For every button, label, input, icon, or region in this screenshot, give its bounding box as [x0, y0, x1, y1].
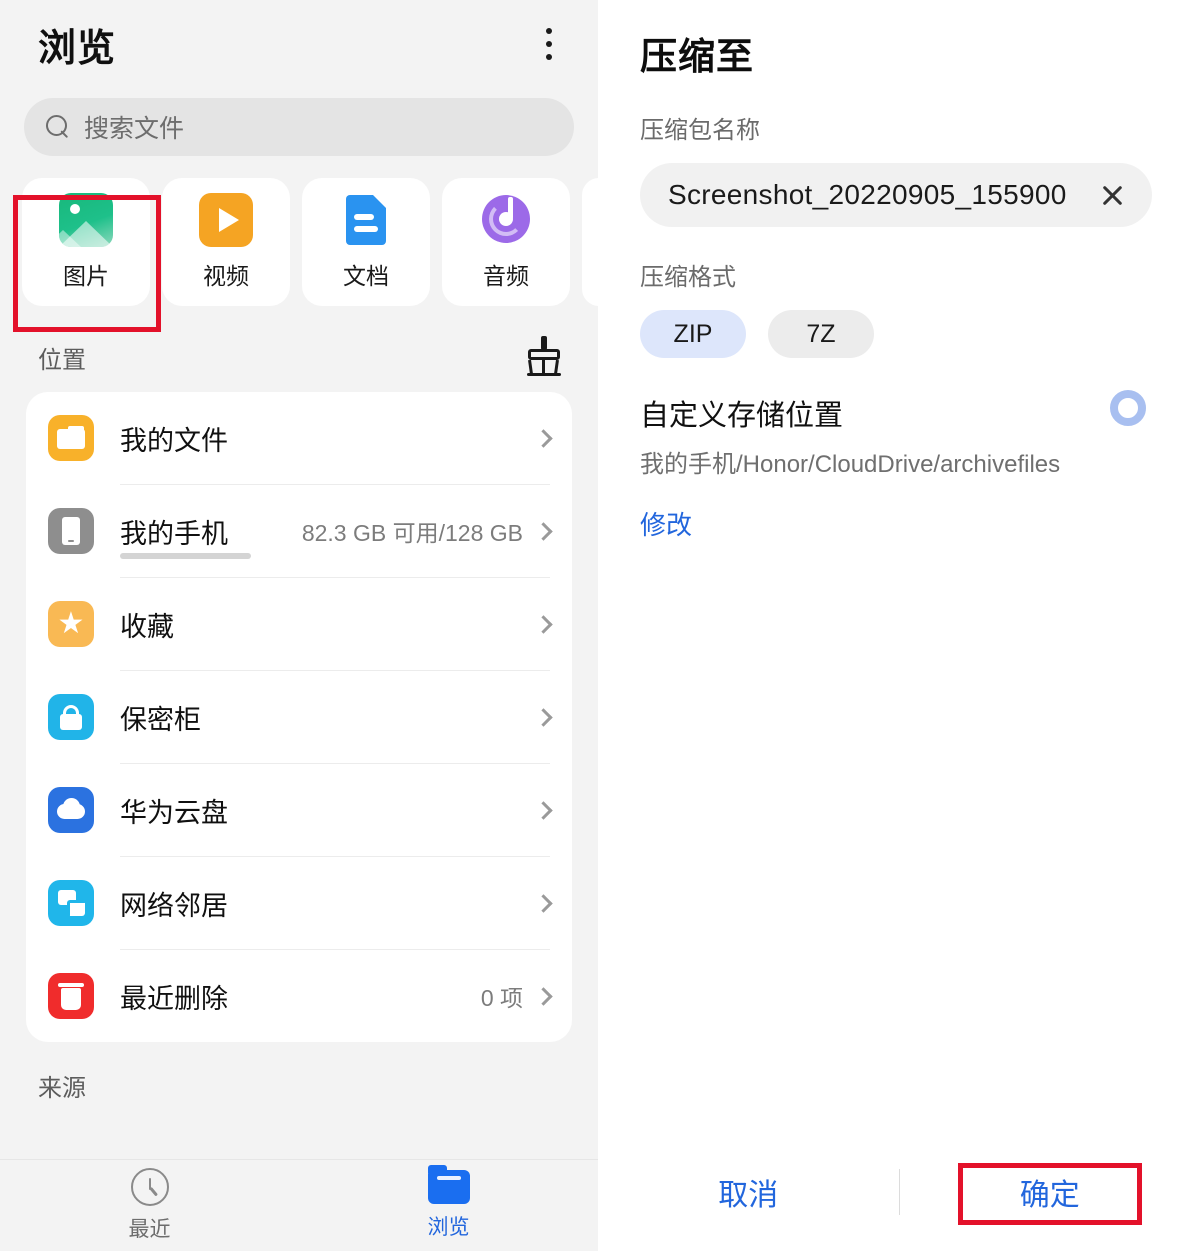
location-row-label: 我的手机: [120, 518, 228, 549]
cancel-button[interactable]: 取消: [598, 1170, 899, 1214]
chevron-right-icon: [534, 707, 553, 727]
category-label: 图片: [63, 263, 109, 289]
left-header: 浏览: [0, 0, 598, 88]
close-icon[interactable]: [1092, 175, 1132, 215]
storage-progress-bar: [120, 553, 251, 559]
custom-storage-path: 我的手机/Honor/CloudDrive/archivefiles: [640, 451, 1061, 478]
search-input[interactable]: 搜索文件: [24, 98, 574, 156]
category-tile-images[interactable]: 图片: [22, 178, 150, 306]
chevron-right-icon: [534, 800, 553, 820]
location-row-favorites[interactable]: ★ 收藏: [26, 578, 572, 670]
deleted-count-text: 0 项: [480, 985, 523, 1011]
category-tile-audio[interactable]: 音频: [442, 178, 570, 306]
location-row-recently-deleted[interactable]: 最近删除 0 项: [26, 950, 572, 1042]
format-label: 压缩格式: [640, 264, 736, 291]
location-section-header: 位置: [0, 306, 598, 392]
chevron-right-icon: [534, 428, 553, 448]
star-icon: ★: [48, 601, 94, 647]
location-row-my-files[interactable]: 我的文件: [26, 392, 572, 484]
dialog-spacer: [598, 542, 1200, 1133]
category-label: 文档: [343, 263, 389, 289]
chevron-right-icon: [534, 614, 553, 634]
video-icon: [199, 193, 253, 247]
custom-storage-block: 自定义存储位置 我的手机/Honor/CloudDrive/archivefil…: [598, 358, 1200, 542]
trash-icon: [48, 973, 94, 1019]
category-tile-videos[interactable]: 视频: [162, 178, 290, 306]
category-strip: 图片 视频 文档 音频: [0, 178, 598, 306]
search-placeholder: 搜索文件: [84, 115, 185, 143]
category-tile-overflow[interactable]: [582, 178, 598, 306]
location-section-label: 位置: [38, 346, 86, 374]
chevron-right-icon: [534, 893, 553, 913]
lock-icon: [48, 694, 94, 740]
screen-root: 浏览 搜索文件 图片 视频 文档 音频 位置 我的文件 我的手机 82.3 GB…: [0, 0, 1200, 1251]
archive-name-value: Screenshot_20220905_155900: [668, 179, 1067, 210]
location-row-cloud-drive[interactable]: 华为云盘: [26, 764, 572, 856]
phone-icon: [48, 508, 94, 554]
archive-name-label: 压缩包名称: [640, 117, 760, 144]
radio-circle-icon[interactable]: [1110, 390, 1146, 426]
compress-dialog-panel: 压缩至 压缩包名称 Screenshot_20220905_155900 压缩格…: [598, 0, 1200, 1251]
clock-icon: [130, 1168, 169, 1206]
source-section-label: 来源: [38, 1075, 86, 1102]
format-chip-group: ZIP 7Z: [598, 292, 1200, 358]
location-row-label: 保密柜: [120, 704, 201, 735]
storage-usage-text: 82.3 GB 可用/128 GB: [301, 520, 523, 546]
broom-icon[interactable]: [524, 336, 564, 378]
format-chip-7z[interactable]: 7Z: [768, 310, 874, 358]
dialog-actions: 取消 确定: [598, 1133, 1200, 1251]
folder-icon: [427, 1165, 470, 1204]
location-row-label: 我的文件: [120, 425, 228, 456]
location-row-label: 收藏: [120, 611, 174, 642]
category-tile-documents[interactable]: 文档: [302, 178, 430, 306]
chevron-right-icon: [534, 521, 553, 541]
bottom-tab-bar: 最近 浏览: [0, 1159, 598, 1251]
modify-storage-link[interactable]: 修改: [640, 505, 692, 542]
confirm-button[interactable]: 确定: [900, 1170, 1200, 1214]
image-icon: [59, 193, 113, 247]
search-icon: [46, 115, 70, 139]
category-label: 视频: [203, 263, 249, 289]
location-row-safe[interactable]: 保密柜: [26, 671, 572, 763]
location-row-network[interactable]: 网络邻居: [26, 857, 572, 949]
cloud-icon: [48, 787, 94, 833]
folder-icon: [48, 415, 94, 461]
location-row-label: 华为云盘: [120, 797, 228, 828]
tab-browse[interactable]: 浏览: [299, 1165, 598, 1241]
search-wrapper: 搜索文件: [0, 88, 598, 156]
location-list: 我的文件 我的手机 82.3 GB 可用/128 GB ★ 收藏 保密柜 华为云…: [26, 392, 572, 1042]
location-row-label: 网络邻居: [120, 890, 228, 921]
tab-recent[interactable]: 最近: [0, 1168, 299, 1243]
dialog-title: 压缩至: [640, 36, 754, 77]
audio-icon: [479, 193, 533, 247]
page-title: 浏览: [38, 27, 117, 70]
archive-name-field[interactable]: Screenshot_20220905_155900: [640, 163, 1152, 227]
source-section-header: 来源: [0, 1042, 598, 1159]
chevron-right-icon: [534, 986, 553, 1006]
category-label: 音频: [483, 263, 529, 289]
location-row-my-phone[interactable]: 我的手机 82.3 GB 可用/128 GB: [26, 485, 572, 577]
kebab-menu-icon[interactable]: [532, 23, 566, 65]
file-manager-panel: 浏览 搜索文件 图片 视频 文档 音频 位置 我的文件 我的手机 82.3 GB…: [0, 0, 598, 1251]
format-chip-zip[interactable]: ZIP: [640, 310, 746, 358]
location-row-label: 最近删除: [120, 983, 228, 1014]
document-icon: [339, 193, 393, 247]
network-icon: [48, 880, 94, 926]
tab-label: 浏览: [427, 1216, 470, 1239]
tab-label: 最近: [128, 1218, 171, 1241]
